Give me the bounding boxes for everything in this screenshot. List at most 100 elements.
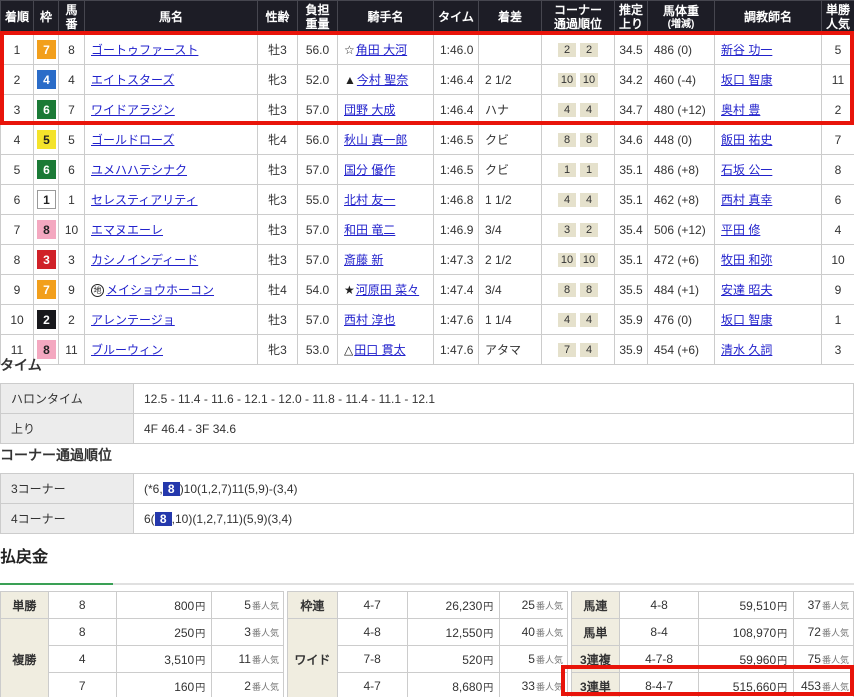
- payout-bet-type-label: 3連単: [571, 673, 619, 697]
- body-weight: 476 (0): [648, 305, 715, 335]
- finish-position: 8: [1, 245, 34, 275]
- margin: 2 1/2: [479, 245, 542, 275]
- finish-position: 3: [1, 95, 34, 125]
- horse-link[interactable]: セレスティアリティ: [91, 193, 198, 207]
- payout-row: 単勝8800円5番人気: [1, 592, 284, 619]
- jockey-link[interactable]: 西村 淳也: [344, 313, 395, 327]
- horse-link[interactable]: ゴールドローズ: [91, 133, 174, 147]
- payout-combination: 8-4: [619, 619, 699, 646]
- yen-suffix: 円: [483, 629, 493, 640]
- finish-time: 1:47.4: [434, 275, 479, 305]
- carried-weight: 54.0: [298, 275, 338, 305]
- popularity-suffix: 番人気: [252, 601, 279, 611]
- jockey-link[interactable]: 河原田 菜々: [356, 283, 419, 297]
- corner-row-label: 4コーナー: [1, 504, 134, 534]
- payout-bet-type-label: 複勝: [1, 619, 49, 697]
- payout-popularity: 3番人気: [212, 619, 284, 646]
- column-header-line: 馬: [60, 4, 83, 18]
- popularity-suffix: 番人気: [822, 655, 849, 665]
- payout-amount-value: 108,970: [733, 626, 776, 640]
- time-row: 上り4F 46.4 - 3F 34.6: [1, 414, 854, 444]
- corner-order-badge: 8: [580, 133, 598, 147]
- column-header: 騎手名: [338, 1, 434, 35]
- jockey-cell: 和田 竜二: [338, 215, 434, 245]
- popularity-suffix: 番人気: [822, 682, 849, 692]
- jockey-link[interactable]: 角田 大河: [356, 43, 407, 57]
- payout-popularity: 453番人気: [794, 673, 854, 697]
- trainer-link[interactable]: 西村 真幸: [721, 193, 772, 207]
- payout-amount: 26,230円: [407, 592, 500, 619]
- frame-badge: 7: [37, 40, 56, 59]
- horse-name-cell: エイトスターズ: [85, 65, 258, 95]
- horse-link[interactable]: エイトスターズ: [91, 73, 174, 87]
- popularity-suffix: 番人気: [536, 601, 563, 611]
- horse-number: 10: [59, 215, 85, 245]
- payout-combination: 8-4-7: [619, 673, 699, 697]
- corner-order-text: 6(: [144, 512, 155, 526]
- popularity-suffix: 番人気: [536, 628, 563, 638]
- corner-order-badge: 2: [558, 43, 576, 57]
- trainer-link[interactable]: 新谷 功一: [721, 43, 772, 57]
- jockey-link[interactable]: 和田 竜二: [344, 223, 395, 237]
- payout-popularity-value: 5: [244, 598, 251, 612]
- payout-row: 3連複4-7-859,960円75番人気: [571, 646, 853, 673]
- corner-order-cell: 44: [542, 95, 615, 125]
- payout-row: ワイド4-812,550円40番人気: [287, 619, 567, 646]
- horse-link[interactable]: ゴートゥファースト: [91, 43, 198, 57]
- horse-link[interactable]: カシノインディード: [91, 253, 198, 267]
- finish-time: 1:46.5: [434, 155, 479, 185]
- column-header: 負担重量: [298, 1, 338, 35]
- payout-amount-value: 59,960: [739, 653, 776, 667]
- yen-suffix: 円: [195, 683, 205, 694]
- trainer-link[interactable]: 石坂 公一: [721, 163, 772, 177]
- horse-link[interactable]: ワイドアラジン: [91, 103, 175, 117]
- jockey-cell: 西村 淳也: [338, 305, 434, 335]
- trainer-link[interactable]: 飯田 祐史: [721, 133, 772, 147]
- payout-section-title: 払戻金: [0, 543, 854, 567]
- finish-position: 5: [1, 155, 34, 185]
- margin: [479, 35, 542, 65]
- jockey-link[interactable]: 斎藤 新: [344, 253, 383, 267]
- column-header: 性齢: [258, 1, 298, 35]
- payout-popularity: 75番人気: [794, 646, 854, 673]
- jockey-link[interactable]: 秋山 真一郎: [344, 133, 407, 147]
- horse-link[interactable]: エマヌエーレ: [91, 223, 163, 237]
- payout-popularity-value: 11: [239, 652, 251, 666]
- yen-suffix: 円: [777, 683, 787, 694]
- margin: 3/4: [479, 275, 542, 305]
- jockey-cell: 秋山 真一郎: [338, 125, 434, 155]
- jockey-link[interactable]: 団野 大成: [344, 103, 395, 117]
- win-popularity: 11: [822, 65, 854, 95]
- sex-age: 牝3: [258, 185, 298, 215]
- jockey-cell: ☆角田 大河: [338, 35, 434, 65]
- payout-amount-value: 520: [462, 653, 482, 667]
- corner-row-label: 3コーナー: [1, 474, 134, 504]
- horse-link[interactable]: メイショウホーコン: [106, 283, 214, 297]
- corner-order-cell: 1010: [542, 245, 615, 275]
- column-header: 馬体重(増減): [648, 1, 715, 35]
- trainer-link[interactable]: 坂口 智康: [721, 73, 772, 87]
- payout-amount-value: 12,550: [446, 626, 483, 640]
- jockey-link[interactable]: 今村 聖奈: [357, 73, 408, 87]
- trainer-cell: 奥村 豊: [715, 95, 822, 125]
- result-row: 455ゴールドローズ牝456.0秋山 真一郎1:46.5クビ8834.6448 …: [1, 125, 854, 155]
- results-table: 着順枠馬番馬名性齢負担重量騎手名タイム着差コーナー通過順位推定上り馬体重(増減)…: [0, 0, 854, 365]
- payout-amount: 520円: [407, 646, 500, 673]
- trainer-link[interactable]: 平田 修: [721, 223, 760, 237]
- jockey-link[interactable]: 北村 友一: [344, 193, 395, 207]
- trainer-link[interactable]: 坂口 智康: [721, 313, 772, 327]
- results-tbody: 178ゴートゥファースト牡356.0☆角田 大河1:46.02234.5486 …: [1, 35, 854, 365]
- horse-link[interactable]: アレンテージョ: [91, 313, 175, 327]
- carried-weight: 56.0: [298, 35, 338, 65]
- last-3f: 35.4: [615, 215, 648, 245]
- trainer-link[interactable]: 牧田 和弥: [721, 253, 772, 267]
- trainer-link[interactable]: 奥村 豊: [721, 103, 760, 117]
- body-weight: 472 (+6): [648, 245, 715, 275]
- jockey-link[interactable]: 国分 優作: [344, 163, 395, 177]
- horse-link[interactable]: ユメハハテシナク: [91, 163, 187, 177]
- race-result-page: 着順枠馬番馬名性齢負担重量騎手名タイム着差コーナー通過順位推定上り馬体重(増減)…: [0, 0, 854, 697]
- jockey-apprentice-mark: ★: [344, 283, 355, 297]
- trainer-link[interactable]: 安達 昭夫: [721, 283, 772, 297]
- win-popularity: 1: [822, 305, 854, 335]
- margin: クビ: [479, 155, 542, 185]
